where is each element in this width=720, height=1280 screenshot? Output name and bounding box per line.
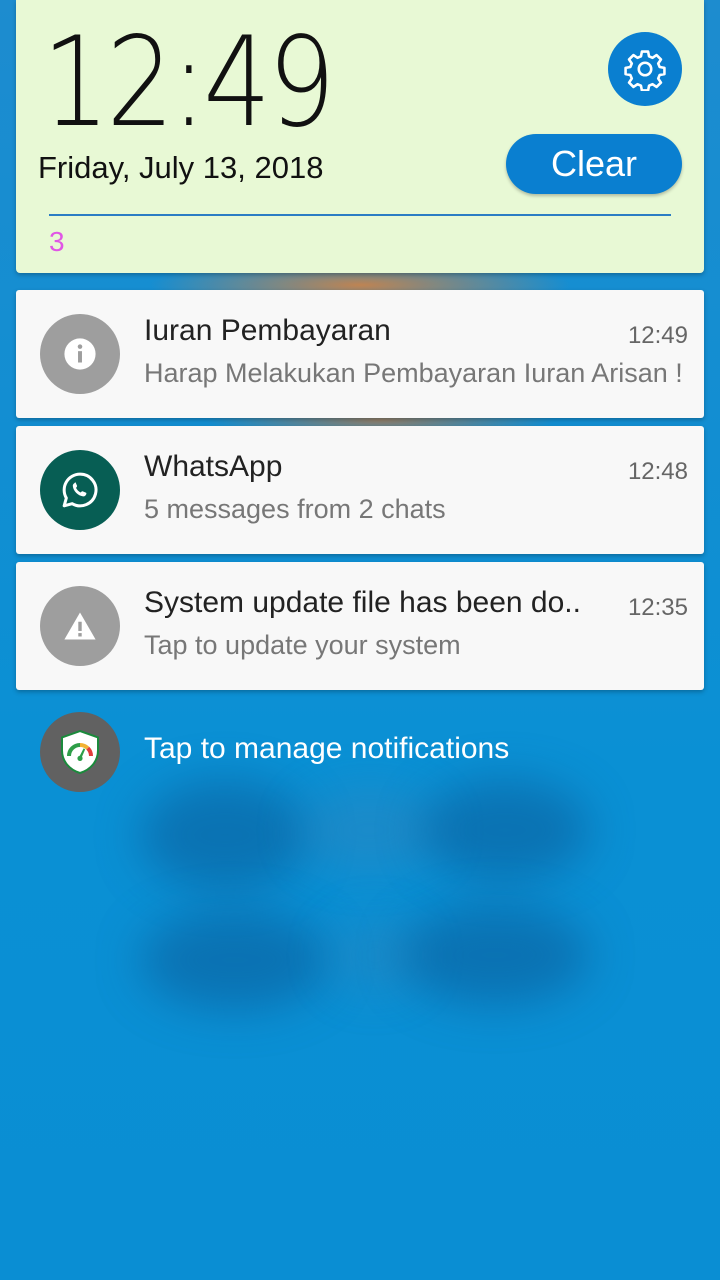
- notification-item[interactable]: System update file has been do.. Tap to …: [16, 562, 704, 690]
- blurred-shape: [300, 790, 440, 870]
- shield-speedometer-icon: [61, 729, 99, 775]
- notification-title: WhatsApp: [144, 450, 283, 483]
- clock: 12:49: [42, 11, 336, 155]
- manage-notifications[interactable]: Tap to manage notifications: [40, 712, 640, 792]
- settings-button[interactable]: [608, 32, 682, 106]
- blurred-shape: [140, 780, 310, 890]
- gear-icon: [624, 50, 666, 91]
- notification-count: 3: [49, 226, 65, 257]
- info-icon: [64, 338, 96, 370]
- notification-body: 5 messages from 2 chats: [144, 494, 446, 524]
- blurred-shape: [420, 780, 590, 880]
- blurred-shape: [140, 910, 330, 1010]
- manage-notifications-label: Tap to manage notifications: [144, 732, 510, 765]
- date-label: Friday, July 13, 2018: [38, 150, 324, 185]
- clear-button[interactable]: Clear: [506, 134, 682, 194]
- notification-header: 12:49 Friday, July 13, 2018 Clear 3: [16, 0, 704, 273]
- notification-time: 12:48: [627, 458, 688, 485]
- notification-icon: [40, 450, 120, 530]
- notification-item[interactable]: WhatsApp 5 messages from 2 chats 12:48: [16, 426, 704, 554]
- notification-time: 12:49: [627, 322, 688, 349]
- notification-icon: [40, 586, 120, 666]
- manage-icon-badge: [40, 712, 120, 792]
- notification-title: System update file has been do..: [144, 586, 581, 619]
- warning-icon: [64, 612, 96, 640]
- divider: [49, 214, 671, 216]
- notification-body: Harap Melakukan Pembayaran Iuran Arisan …: [144, 358, 683, 388]
- notification-time: 12:35: [627, 594, 688, 621]
- notification-item[interactable]: Iuran Pembayaran Harap Melakukan Pembaya…: [16, 290, 704, 418]
- whatsapp-icon: [62, 472, 98, 508]
- notification-icon: [40, 314, 120, 394]
- blurred-shape: [400, 905, 590, 1005]
- notification-title: Iuran Pembayaran: [144, 314, 391, 347]
- notification-body: Tap to update your system: [144, 630, 461, 660]
